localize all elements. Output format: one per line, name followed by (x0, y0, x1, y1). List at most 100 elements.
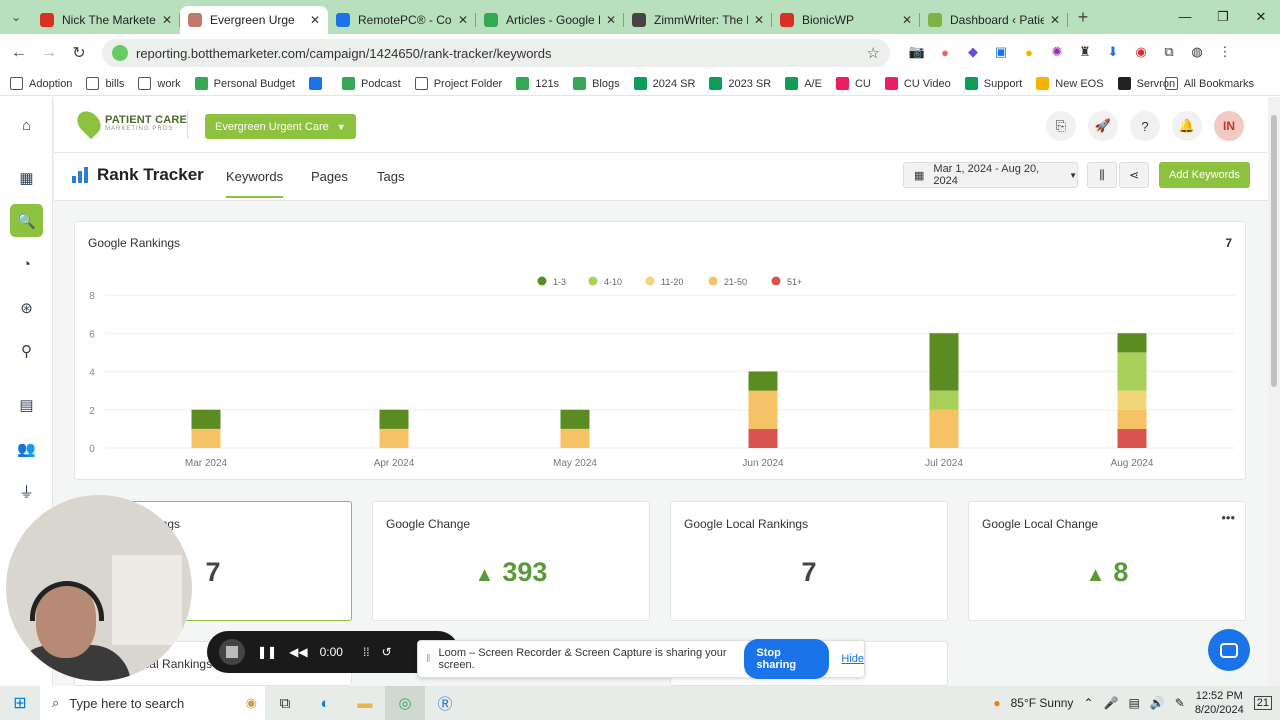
bookmark-item[interactable]: Project Folder (414, 77, 502, 90)
reload-icon[interactable]: ↻ (64, 43, 94, 63)
site-info-icon[interactable] (112, 45, 128, 61)
help-icon[interactable]: ? (1130, 111, 1160, 141)
date-range-picker[interactable]: ▦ Mar 1, 2024 - Aug 20, 2024 ▼ (903, 162, 1078, 188)
bookmark-item[interactable]: Personal Budget (194, 77, 295, 90)
profile-icon[interactable]: ◍ (1185, 40, 1209, 64)
chrome-icon[interactable]: ◎ (385, 686, 425, 720)
lifebuoy-icon[interactable]: ⊛ (10, 291, 43, 324)
windows-start-icon[interactable]: ⊞ (0, 693, 40, 713)
download-icon[interactable]: ⬇ (1101, 40, 1125, 64)
extension-icon[interactable]: ● (1017, 40, 1041, 64)
file-explorer-icon[interactable]: ▬ (345, 686, 385, 720)
rocket-icon[interactable]: 🚀 (1088, 111, 1118, 141)
edge-icon[interactable]: ◐ (305, 686, 345, 720)
task-view-icon[interactable]: ⧉ (265, 686, 305, 720)
notifications-icon[interactable]: 21 (1253, 696, 1272, 710)
bookmark-item[interactable]: Support (964, 77, 1022, 90)
stop-recording-button[interactable] (219, 639, 245, 665)
browser-tab[interactable]: ZimmWriter: The Be ✕ (624, 6, 772, 34)
back-arrow-icon[interactable]: ← (4, 44, 34, 62)
plug-icon[interactable]: ⏚ (10, 475, 43, 508)
rewind-icon[interactable]: ◀◀ (289, 645, 307, 659)
bookmark-item[interactable] (308, 77, 328, 90)
url-bar[interactable]: reporting.botthemarketer.com/campaign/14… (102, 39, 890, 67)
maximize-icon[interactable]: ❐ (1204, 0, 1242, 34)
tab-tags[interactable]: Tags (377, 169, 404, 184)
all-bookmarks[interactable]: All Bookmarks (1164, 77, 1254, 90)
drag-handle-icon[interactable]: ⁞⁞ (363, 645, 370, 659)
stat-card-google-local-rankings[interactable]: Google Local Rankings 7 (670, 501, 948, 621)
home-icon[interactable]: ⌂ (10, 109, 43, 142)
browser-tab[interactable]: RemotePC® - Comp ✕ (328, 6, 476, 34)
close-tab-icon[interactable]: ✕ (606, 13, 616, 27)
inbox-download-icon[interactable]: ⎘ (1046, 111, 1076, 141)
bookmark-item[interactable]: Adoption (10, 77, 72, 90)
taskbar-clock[interactable]: 12:52 PM 8/20/2024 (1195, 689, 1244, 717)
network-icon[interactable]: ▤ (1128, 696, 1139, 710)
browser-tab[interactable]: Evergreen Urge ✕ (180, 6, 328, 34)
remotepc-icon[interactable]: Ⓡ (425, 686, 465, 720)
browser-tab[interactable]: Articles - Google D ✕ (476, 6, 624, 34)
close-tab-icon[interactable]: ✕ (162, 13, 172, 27)
close-tab-icon[interactable]: ✕ (1050, 13, 1060, 27)
camera-extension-icon[interactable]: 📷 (905, 40, 929, 64)
pause-icon[interactable]: ❚❚ (257, 645, 277, 659)
bookmark-item[interactable]: 121s (516, 77, 559, 90)
close-tab-icon[interactable]: ✕ (310, 13, 320, 27)
browser-menu-icon[interactable]: ⋮ (1213, 40, 1237, 64)
extension-icon[interactable]: ◆ (961, 40, 985, 64)
campaign-selector-button[interactable]: Evergreen Urgent Care ▼ (205, 114, 356, 139)
scrollbar-thumb[interactable] (1271, 115, 1277, 387)
bell-icon[interactable]: 🔔 (1172, 111, 1202, 141)
volume-icon[interactable]: 🔊 (1150, 696, 1165, 710)
bookmark-star-icon[interactable]: ☆ (867, 44, 880, 62)
close-tab-icon[interactable]: ✕ (458, 13, 468, 27)
new-tab-plus-icon[interactable]: + (1068, 7, 1098, 28)
extension-icon[interactable]: ✺ (1045, 40, 1069, 64)
tray-chevron-icon[interactable]: ⌃ (1083, 696, 1093, 710)
bookmark-item[interactable]: bills (86, 77, 124, 90)
patient-care-logo[interactable]: PATIENT CARE MARKETING PROS (72, 106, 187, 140)
share-button[interactable]: ⋖ (1119, 162, 1149, 188)
bookmark-item[interactable]: Blogs (573, 77, 620, 90)
stat-card-google-change[interactable]: Google Change ▲ 393 (372, 501, 650, 621)
weather-text[interactable]: 85°F Sunny (1011, 696, 1074, 710)
tab-search-chevron-icon[interactable]: ⌄ (0, 10, 32, 24)
page-scrollbar[interactable] (1268, 97, 1280, 686)
chat-support-button[interactable] (1208, 629, 1250, 671)
bookmark-item[interactable]: New EOS (1036, 77, 1104, 90)
bookmark-item[interactable]: Podcast (341, 77, 401, 90)
more-options-icon[interactable]: ••• (1221, 510, 1235, 525)
pie-chart-icon[interactable]: ◔ (10, 248, 43, 281)
bookmark-item[interactable]: 2024 SR (633, 77, 695, 90)
tab-keywords[interactable]: Keywords (226, 169, 284, 198)
columns-settings-button[interactable]: ⫼ (1087, 162, 1117, 188)
bookmark-item[interactable]: work (138, 77, 181, 90)
user-avatar[interactable]: IN (1214, 111, 1244, 141)
tab-pages[interactable]: Pages (311, 169, 348, 184)
minimize-icon[interactable]: — (1166, 0, 1204, 34)
drag-grip-icon[interactable]: ‖ (426, 653, 431, 665)
extension-icon[interactable]: ● (933, 40, 957, 64)
close-tab-icon[interactable]: ✕ (902, 13, 912, 27)
puzzle-extensions-icon[interactable]: ⧉ (1157, 40, 1181, 64)
pen-icon[interactable]: ✎ (1175, 696, 1185, 710)
bookmark-item[interactable]: CU Video (884, 77, 951, 90)
bookmark-item[interactable]: 2023 SR (709, 77, 771, 90)
hide-link[interactable]: Hide (841, 653, 864, 665)
restart-icon[interactable]: ↺ (382, 645, 392, 659)
stop-sharing-button[interactable]: Stop sharing (744, 639, 830, 679)
browser-tab[interactable]: Dashboard ‹ Patien ✕ (920, 6, 1068, 34)
bookmark-item[interactable]: CU (835, 77, 871, 90)
add-keywords-button[interactable]: Add Keywords (1159, 162, 1250, 188)
taskbar-search[interactable]: ⌕ Type here to search ◉ (40, 686, 265, 720)
map-pin-icon[interactable]: ⚲ (10, 334, 43, 367)
webcam-bubble[interactable] (6, 495, 192, 681)
extension-icon[interactable]: ◉ (1129, 40, 1153, 64)
bookmark-item[interactable]: A/E (785, 77, 822, 90)
browser-tab[interactable]: BionicWP ✕ (772, 6, 920, 34)
close-tab-icon[interactable]: ✕ (754, 13, 764, 27)
search-rank-icon[interactable]: 🔍 (10, 204, 43, 237)
microphone-icon[interactable]: 🎤 (1104, 696, 1119, 710)
stat-card-google-local-change[interactable]: Google Local Change ••• ▲ 8 (968, 501, 1246, 621)
